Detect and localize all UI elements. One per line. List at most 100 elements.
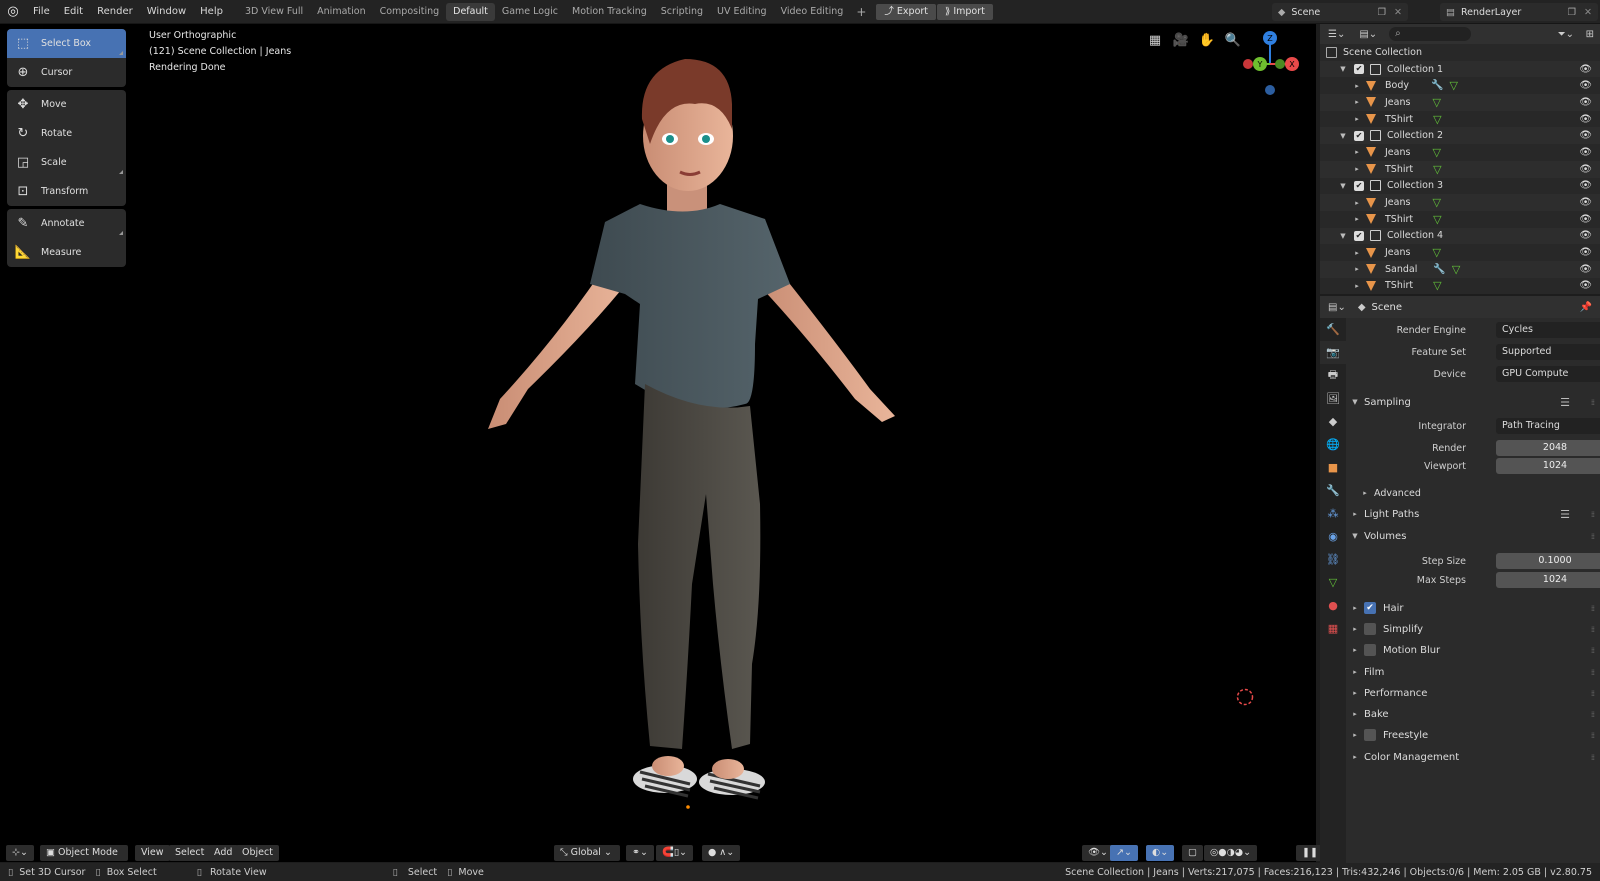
view-layer-tab-icon[interactable]: 🖼 <box>1320 387 1346 410</box>
light-paths-panel-header[interactable]: ▸ Light Paths ☰ ⁞⁞ <box>1346 504 1600 524</box>
expand-icon[interactable]: ▸ <box>1352 148 1362 156</box>
tab-scripting[interactable]: Scripting <box>654 3 710 21</box>
collection-checkbox[interactable]: ✔ <box>1354 180 1364 191</box>
menu-edit[interactable]: Edit <box>57 0 90 24</box>
copy-scene-icon[interactable]: ❐ <box>1377 7 1386 18</box>
outliner-search-input[interactable]: ⌕ <box>1389 27 1472 41</box>
eye-icon[interactable]: 👁 <box>1579 214 1592 225</box>
tool-scale[interactable]: ◲ Scale <box>7 148 126 177</box>
mesh-data-icon[interactable]: ▽ <box>1432 196 1440 209</box>
tool-annotate[interactable]: ✎ Annotate <box>7 209 126 238</box>
drag-handle-icon[interactable]: ⁞⁞ <box>1591 668 1595 677</box>
gizmo-toggle-icon[interactable]: ↗⌄ <box>1110 845 1138 861</box>
simplify-panel-header[interactable]: ▸ Simplify ⁞⁞ <box>1346 619 1600 639</box>
object-row[interactable]: ▸ Jeans ▽ 👁 <box>1320 244 1600 261</box>
proportional-edit-icon[interactable]: ● ∧⌄ <box>702 845 741 861</box>
volumes-panel-header[interactable]: ▼ Volumes ⁞⁞ <box>1346 526 1600 546</box>
drag-handle-icon[interactable]: ⁞⁞ <box>1591 398 1595 407</box>
object-row[interactable]: ▸ Jeans ▽ 👁 <box>1320 194 1600 211</box>
expand-icon[interactable]: ▼ <box>1338 232 1348 240</box>
mesh-data-icon[interactable]: ▽ <box>1432 96 1440 109</box>
collection-checkbox[interactable]: ✔ <box>1354 64 1364 75</box>
motion-blur-checkbox[interactable] <box>1364 644 1376 656</box>
tab-game-logic[interactable]: Game Logic <box>495 3 565 21</box>
expand-icon[interactable]: ▸ <box>1352 82 1362 90</box>
particles-tab-icon[interactable]: ⁂ <box>1320 502 1346 525</box>
expand-icon[interactable]: ▼ <box>1338 65 1348 73</box>
expand-icon[interactable]: ▸ <box>1352 199 1362 207</box>
render-layer-selector[interactable]: ▤ RenderLayer ❐ ✕ <box>1440 3 1598 21</box>
object-row[interactable]: ▸ TShirt ▽ 👁 <box>1320 160 1600 178</box>
modifier-wrench-icon[interactable]: 🔧 <box>1433 264 1445 275</box>
mesh-data-icon[interactable]: ▽ <box>1432 246 1440 259</box>
mesh-data-icon[interactable]: ▽ <box>1433 213 1441 226</box>
eye-icon[interactable]: 👁 <box>1579 180 1592 191</box>
mesh-data-icon[interactable]: ▽ <box>1432 146 1440 159</box>
simplify-checkbox[interactable] <box>1364 623 1376 635</box>
select-menu[interactable]: Select <box>169 845 211 861</box>
tool-transform[interactable]: ⊡ Transform <box>7 177 126 206</box>
collection-row[interactable]: ▼ ✔ Collection 4 👁 <box>1320 227 1600 245</box>
tab-uv-editing[interactable]: UV Editing <box>710 3 774 21</box>
eye-icon[interactable]: 👁 <box>1579 80 1592 91</box>
overlay-toggle-icon[interactable]: ◐⌄ <box>1146 845 1175 861</box>
render-tab-icon[interactable]: 📷 <box>1320 341 1346 364</box>
mode-selector[interactable]: ▣ Object Mode ⌄ <box>40 845 128 874</box>
drag-handle-icon[interactable]: ⁞⁞ <box>1591 753 1595 762</box>
tool-select-box[interactable]: ⬚ Select Box <box>7 29 126 58</box>
hair-checkbox[interactable]: ✔ <box>1364 602 1376 614</box>
pan-hand-icon[interactable]: ✋ <box>1198 32 1216 50</box>
mesh-data-icon[interactable]: ▽ <box>1433 163 1441 176</box>
menu-render[interactable]: Render <box>90 0 140 24</box>
collection-checkbox[interactable]: ✔ <box>1354 230 1364 241</box>
max-steps-field[interactable]: 1024 <box>1496 572 1600 588</box>
add-menu[interactable]: Add <box>208 845 239 861</box>
eye-icon[interactable]: 👁 <box>1579 247 1592 258</box>
outliner-editor-icon[interactable]: ☰⌄ <box>1328 29 1345 40</box>
mesh-data-icon[interactable]: ▽ <box>1433 113 1441 126</box>
drag-handle-icon[interactable]: ⁞⁞ <box>1591 710 1595 719</box>
render-samples-field[interactable]: 2048 <box>1496 440 1600 456</box>
performance-panel-header[interactable]: ▸ Performance ⁞⁞ <box>1346 683 1600 703</box>
object-row[interactable]: ▸ TShirt ▽ 👁 <box>1320 111 1600 128</box>
eye-icon[interactable]: 👁 <box>1579 147 1592 158</box>
expand-icon[interactable]: ▸ <box>1352 215 1362 223</box>
viewport-samples-field[interactable]: 1024 <box>1496 458 1600 474</box>
tab-video-editing[interactable]: Video Editing <box>774 3 851 21</box>
scene-tab-icon[interactable]: ◆ <box>1320 410 1346 433</box>
freestyle-panel-header[interactable]: ▸ Freestyle ⁞⁞ <box>1346 725 1600 745</box>
eye-icon[interactable]: 👁 <box>1579 97 1592 108</box>
integrator-dropdown[interactable]: Path Tracing <box>1496 418 1600 434</box>
expand-icon[interactable]: ▼ <box>1338 182 1348 190</box>
render-engine-dropdown[interactable]: Cycles <box>1496 322 1600 338</box>
export-button[interactable]: ⤴ Export <box>876 3 937 20</box>
navigation-gizmo[interactable]: Z Y X <box>1240 28 1300 100</box>
properties-editor-icon[interactable]: ▤⌄ <box>1328 302 1346 313</box>
expand-icon[interactable]: ▸ <box>1352 165 1362 173</box>
scene-collection-row[interactable]: Scene Collection <box>1320 44 1600 61</box>
pivot-icon[interactable]: ⚭⌄ <box>626 845 654 861</box>
color-management-panel-header[interactable]: ▸ Color Management ⁞⁞ <box>1346 747 1600 767</box>
eye-icon[interactable]: 👁 <box>1579 130 1592 141</box>
drag-handle-icon[interactable]: ⁞⁞ <box>1591 604 1595 613</box>
collection-checkbox[interactable]: ✔ <box>1354 130 1364 141</box>
orientation-selector[interactable]: ⤡ Global ⌄ <box>554 845 620 861</box>
eye-icon[interactable]: 👁 <box>1579 264 1592 275</box>
tab-3d-view-full[interactable]: 3D View Full <box>238 3 310 21</box>
constraints-tab-icon[interactable]: ⛓ <box>1320 548 1346 571</box>
expand-icon[interactable]: ▼ <box>1338 132 1348 140</box>
collection-row[interactable]: ▼ ✔ Collection 1 👁 <box>1320 60 1600 78</box>
object-row[interactable]: ▸ Jeans ▽ 👁 <box>1320 94 1600 111</box>
eye-icon[interactable]: 👁 <box>1579 164 1592 175</box>
drag-handle-icon[interactable]: ⁞⁞ <box>1591 689 1595 698</box>
material-tab-icon[interactable]: ● <box>1320 594 1346 617</box>
collection-row[interactable]: ▼ ✔ Collection 3 👁 <box>1320 178 1600 195</box>
object-row[interactable]: ▸ Body 🔧 ▽ 👁 <box>1320 77 1600 94</box>
step-size-field[interactable]: 0.1000 <box>1496 553 1600 569</box>
3d-viewport[interactable]: ⬚ Select Box ⊕ Cursor ✥ Move ↻ Rotate ◲ Scale… <box>0 24 1316 862</box>
object-row[interactable]: ▸ Jeans ▽ 👁 <box>1320 144 1600 161</box>
eye-icon[interactable]: 👁 <box>1579 114 1592 125</box>
data-tab-icon[interactable]: ▽ <box>1320 571 1346 594</box>
pin-icon[interactable]: 📌 <box>1580 302 1592 313</box>
bake-panel-header[interactable]: ▸ Bake ⁞⁞ <box>1346 704 1600 724</box>
